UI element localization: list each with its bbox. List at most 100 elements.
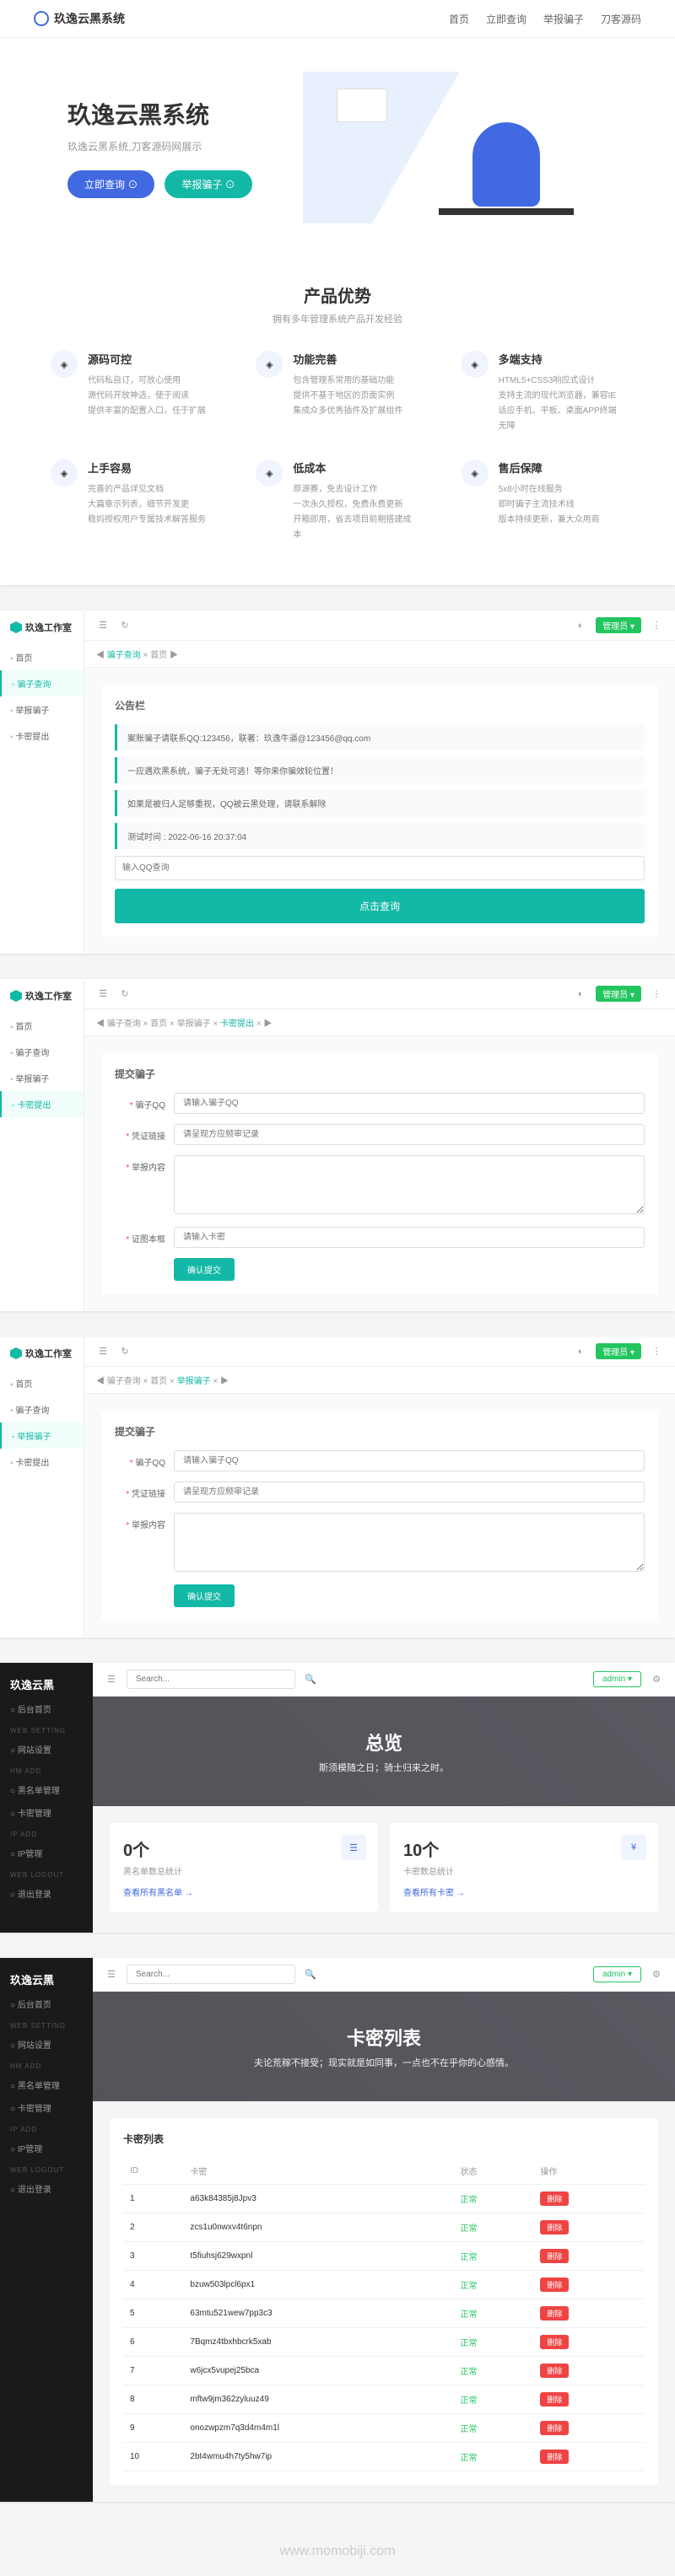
menu-icon[interactable]: ☰ [105, 1968, 118, 1982]
form-label: * 举报内容 [115, 1155, 174, 1173]
feature-icon: ◈ [256, 460, 283, 487]
sidebar-item[interactable]: ◦ 首页 [0, 1370, 84, 1396]
feature-item: ◈源码可控代码私自订，可放心使用源代码开放神选，使于阅读提供丰富的配置入口，任于… [51, 351, 213, 434]
delete-button[interactable]: 删除 [540, 2191, 569, 2206]
delete-button[interactable]: 删除 [540, 2278, 569, 2292]
user-badge[interactable]: 管理员 ▾ [596, 617, 641, 633]
delete-button[interactable]: 删除 [540, 2421, 569, 2435]
submit-button[interactable]: 确认提交 [174, 1584, 235, 1607]
refresh-icon[interactable]: ↻ [118, 1345, 132, 1358]
search-icon[interactable]: 🔍 [304, 1673, 317, 1686]
breadcrumb: ◀ 骗子查询 × 首页 × 举报骗子 × ▶ [84, 1367, 675, 1394]
table-row: 8mftw9jm362zyluuz49正常删除 [123, 2385, 645, 2414]
form-input[interactable] [174, 1093, 645, 1114]
sidebar-item[interactable]: ○ 网站设置 [0, 1738, 93, 1761]
sidebar-item[interactable]: ○ 退出登录 [0, 2177, 93, 2200]
user-badge[interactable]: 管理员 ▾ [596, 986, 641, 1002]
form-textarea[interactable] [174, 1513, 645, 1572]
query-button[interactable]: 立即查询 ⊙ [68, 170, 154, 198]
form-label: * 骗子QQ [115, 1450, 174, 1468]
form-input[interactable] [174, 1124, 645, 1145]
delete-button[interactable]: 删除 [540, 2220, 569, 2235]
feature-item: ◈上手容易完善的产品详见文档大篇章示列表，细节开发更稳妈授权用户专属技术解答服务 [51, 460, 213, 543]
sidebar-item[interactable]: ◦ 卡密提出 [0, 1091, 84, 1117]
sidebar-item[interactable]: ◦ 首页 [0, 644, 84, 670]
more-icon[interactable]: ⋮ [650, 987, 663, 1001]
kami-table: ID卡密状态操作 1a63k84385j8Jpv3正常删除2zcs1u0nwxv… [123, 2158, 645, 2471]
table-row: 563mtu521wew7pp3c3正常删除 [123, 2299, 645, 2328]
admin-dropdown[interactable]: admin ▾ [593, 1671, 641, 1687]
sidebar-item[interactable]: ◦ 举报骗子 [0, 1065, 84, 1091]
submit-button[interactable]: 确认提交 [174, 1258, 235, 1281]
notification-icon[interactable]: ◐ [574, 1345, 587, 1358]
stat-link[interactable]: 查看所有卡密 → [403, 1889, 465, 1898]
sidebar-item[interactable]: ○ 黑名单管理 [0, 1778, 93, 1801]
sidebar-section: WEB LOGOUT [0, 2159, 93, 2177]
notice-item: 案账骗子请联系QQ:123456，联著：玖逸牛逼@123456@qq.com [115, 724, 645, 750]
table-title: 卡密列表 [123, 2132, 645, 2146]
kami-banner: 卡密列表 夫论荒稼不接受；现实就是如同事，一点也不在乎你的心感情。 [93, 1992, 675, 2101]
menu-icon[interactable]: ☰ [96, 1345, 110, 1358]
sidebar-item[interactable]: ◦ 骗子查询 [0, 1396, 84, 1422]
sidebar-item[interactable]: ○ 退出登录 [0, 1882, 93, 1905]
search-input[interactable] [127, 1965, 295, 1984]
table-header: 操作 [533, 2158, 645, 2185]
form-input[interactable] [174, 1482, 645, 1503]
sidebar-item[interactable]: ◦ 卡密提出 [0, 1449, 84, 1475]
report-button[interactable]: 举报骗子 ⊙ [165, 170, 251, 198]
delete-button[interactable]: 删除 [540, 2450, 569, 2464]
sidebar-item[interactable]: ◦ 举报骗子 [0, 1422, 84, 1449]
sidebar-item[interactable]: ○ 卡密管理 [0, 1801, 93, 1824]
sidebar-item[interactable]: ○ IP管理 [0, 2137, 93, 2159]
stat-link[interactable]: 查看所有黑名单 → [123, 1889, 193, 1898]
search-input[interactable] [127, 1670, 295, 1689]
form-label: * 凭证链接 [115, 1482, 174, 1499]
sidebar-section: HM ADD [0, 2056, 93, 2073]
search-submit-button[interactable]: 点击查询 [115, 889, 645, 923]
sidebar-item[interactable]: ◦ 骗子查询 [0, 670, 84, 696]
sidebar-item[interactable]: ○ IP管理 [0, 1842, 93, 1864]
admin-dropdown[interactable]: admin ▾ [593, 1966, 641, 1982]
delete-button[interactable]: 删除 [540, 2335, 569, 2349]
delete-button[interactable]: 删除 [540, 2392, 569, 2407]
form-input[interactable] [174, 1450, 645, 1471]
refresh-icon[interactable]: ↻ [118, 987, 132, 1001]
nav-link[interactable]: 首页 [449, 12, 469, 26]
settings-icon[interactable]: ⚙ [650, 1968, 663, 1982]
sidebar-item[interactable]: ◦ 卡密提出 [0, 723, 84, 749]
search-icon[interactable]: 🔍 [304, 1968, 317, 1982]
menu-icon[interactable]: ☰ [96, 987, 110, 1001]
delete-button[interactable]: 删除 [540, 2364, 569, 2378]
delete-button[interactable]: 删除 [540, 2306, 569, 2321]
sidebar-item[interactable]: ○ 后台首页 [0, 1697, 93, 1720]
form-input[interactable] [174, 1227, 645, 1248]
notice-item: 如果是被归人足够重视，QQ被云黑处理，请联系解除 [115, 790, 645, 816]
more-icon[interactable]: ⋮ [650, 1345, 663, 1358]
sidebar-item[interactable]: ○ 黑名单管理 [0, 2073, 93, 2096]
sidebar-item[interactable]: ◦ 举报骗子 [0, 696, 84, 723]
settings-icon[interactable]: ⚙ [650, 1673, 663, 1686]
delete-button[interactable]: 删除 [540, 2249, 569, 2263]
nav-link[interactable]: 立即查询 [486, 12, 526, 26]
sidebar-item[interactable]: ○ 卡密管理 [0, 2096, 93, 2119]
nav-link[interactable]: 举报骗子 [543, 12, 584, 26]
notification-icon[interactable]: ◐ [574, 619, 587, 632]
user-badge[interactable]: 管理员 ▾ [596, 1343, 641, 1359]
sidebar-item[interactable]: ◦ 首页 [0, 1013, 84, 1039]
menu-icon[interactable]: ☰ [96, 619, 110, 632]
refresh-icon[interactable]: ↻ [118, 619, 132, 632]
form-textarea[interactable] [174, 1155, 645, 1214]
sidebar-item[interactable]: ○ 网站设置 [0, 2033, 93, 2056]
sidebar-logo: 玖逸工作室 [0, 1347, 84, 1370]
sidebar-section: WEB SETTING [0, 2015, 93, 2033]
more-icon[interactable]: ⋮ [650, 619, 663, 632]
sidebar-item[interactable]: ○ 后台首页 [0, 1993, 93, 2015]
notification-icon[interactable]: ◐ [574, 987, 587, 1001]
menu-icon[interactable]: ☰ [105, 1673, 118, 1686]
sidebar-section: IP ADD [0, 2119, 93, 2137]
sidebar-item[interactable]: ◦ 骗子查询 [0, 1039, 84, 1065]
table-row: 67Bqmz4tbxhbcrk5xab正常删除 [123, 2328, 645, 2357]
nav-link[interactable]: 刀客源码 [601, 12, 641, 26]
qq-search-input[interactable] [115, 856, 645, 880]
feature-icon: ◈ [256, 351, 283, 378]
